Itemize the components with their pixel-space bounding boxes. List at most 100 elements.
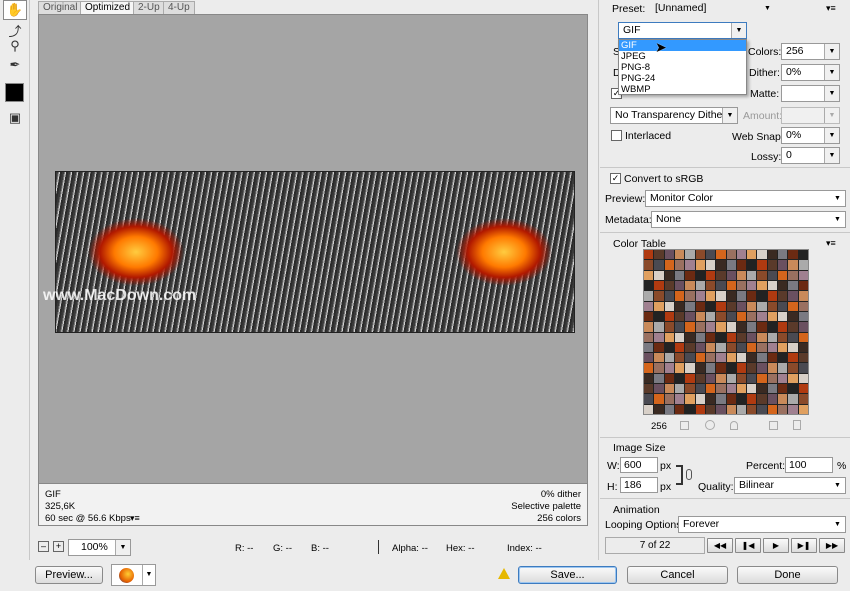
color-swatch-cell[interactable] <box>674 322 685 332</box>
color-swatch-cell[interactable] <box>644 322 654 332</box>
color-swatch-cell[interactable] <box>695 260 705 270</box>
color-swatch-cell[interactable] <box>664 384 674 394</box>
color-swatch-cell[interactable] <box>654 311 664 322</box>
color-swatch-cell[interactable] <box>705 311 716 322</box>
color-swatch-cell[interactable] <box>788 342 798 353</box>
color-swatch-cell[interactable] <box>767 384 778 394</box>
status-menu-icon[interactable]: ▾≡ <box>130 513 140 524</box>
color-swatch-cell[interactable] <box>798 301 808 311</box>
color-swatch-cell[interactable] <box>778 270 788 280</box>
color-swatch-cell[interactable] <box>757 250 767 260</box>
toggle-slices-icon[interactable]: ▣ <box>3 108 27 128</box>
color-swatch-cell[interactable] <box>705 280 716 291</box>
color-swatch-cell[interactable] <box>778 363 788 373</box>
color-swatch-cell[interactable] <box>664 280 674 291</box>
color-swatch-cell[interactable] <box>798 291 808 301</box>
color-swatch-cell[interactable] <box>726 363 736 373</box>
color-swatch-cell[interactable] <box>736 280 747 291</box>
color-swatch-cell[interactable] <box>716 384 726 394</box>
color-swatch-cell[interactable] <box>695 384 705 394</box>
color-swatch-cell[interactable] <box>674 311 685 322</box>
color-swatch-cell[interactable] <box>705 322 716 332</box>
color-swatch-cell[interactable] <box>747 332 757 342</box>
color-swatch-cell[interactable] <box>685 394 695 404</box>
color-swatch-cell[interactable] <box>798 373 808 384</box>
color-swatch-cell[interactable] <box>726 332 736 342</box>
color-swatch-cell[interactable] <box>716 291 726 301</box>
lock-color-icon[interactable] <box>730 421 738 430</box>
color-swatch-cell[interactable] <box>664 250 674 260</box>
zoom-select[interactable]: 100% ▼ <box>68 539 131 556</box>
color-swatch-cell[interactable] <box>778 373 788 384</box>
color-swatch-cell[interactable] <box>674 404 685 414</box>
color-swatch-cell[interactable] <box>674 280 685 291</box>
preview-button[interactable]: Preview... <box>35 566 103 584</box>
color-swatch-cell[interactable] <box>705 270 716 280</box>
color-swatch-cell[interactable] <box>716 301 726 311</box>
color-swatch-cell[interactable] <box>664 322 674 332</box>
color-swatch-cell[interactable] <box>674 384 685 394</box>
color-swatch-cell[interactable] <box>747 260 757 270</box>
color-swatch-cell[interactable] <box>695 342 705 353</box>
color-swatch-cell[interactable] <box>726 384 736 394</box>
tab-original[interactable]: Original <box>38 1 83 14</box>
last-frame-button[interactable]: ▶▶ <box>819 538 845 553</box>
preset-select[interactable]: [Unnamed] ▼ <box>650 0 776 17</box>
color-swatch-cell[interactable] <box>644 363 654 373</box>
color-swatch-cell[interactable] <box>664 291 674 301</box>
color-swatch-cell[interactable] <box>674 332 685 342</box>
color-swatch-cell[interactable] <box>654 394 664 404</box>
interlaced-checkbox[interactable] <box>611 130 622 141</box>
web-shift-icon[interactable] <box>705 420 715 430</box>
color-swatch-cell[interactable] <box>644 342 654 353</box>
color-swatch-cell[interactable] <box>778 404 788 414</box>
zoom-icon[interactable]: ⚲ <box>3 36 27 56</box>
color-swatch-cell[interactable] <box>747 384 757 394</box>
color-swatch-cell[interactable] <box>736 384 747 394</box>
color-swatch-cell[interactable] <box>685 291 695 301</box>
color-swatch-cell[interactable] <box>757 291 767 301</box>
color-swatch-cell[interactable] <box>716 280 726 291</box>
color-swatch-cell[interactable] <box>788 363 798 373</box>
color-swatch-cell[interactable] <box>654 332 664 342</box>
color-swatch-cell[interactable] <box>685 353 695 363</box>
color-swatch-cell[interactable] <box>798 353 808 363</box>
color-swatch-cell[interactable] <box>654 280 664 291</box>
color-table-grid[interactable] <box>643 249 809 415</box>
color-swatch-cell[interactable] <box>644 373 654 384</box>
color-swatch-cell[interactable] <box>747 404 757 414</box>
color-swatch-cell[interactable] <box>685 373 695 384</box>
color-swatch-cell[interactable] <box>644 280 654 291</box>
color-swatch-cell[interactable] <box>695 322 705 332</box>
color-swatch-cell[interactable] <box>674 260 685 270</box>
color-swatch-cell[interactable] <box>644 270 654 280</box>
color-swatch-cell[interactable] <box>798 260 808 270</box>
color-swatch-cell[interactable] <box>757 373 767 384</box>
color-swatch-cell[interactable] <box>726 373 736 384</box>
format-option-wbmp[interactable]: WBMP <box>619 84 746 95</box>
color-swatch-cell[interactable] <box>778 250 788 260</box>
color-swatch-cell[interactable] <box>644 301 654 311</box>
color-swatch-cell[interactable] <box>747 394 757 404</box>
color-swatch-cell[interactable] <box>685 322 695 332</box>
color-swatch-cell[interactable] <box>788 384 798 394</box>
color-swatch-cell[interactable] <box>778 301 788 311</box>
color-swatch-cell[interactable] <box>778 260 788 270</box>
color-swatch-cell[interactable] <box>644 353 654 363</box>
color-swatch-cell[interactable] <box>695 301 705 311</box>
color-swatch-cell[interactable] <box>747 301 757 311</box>
color-swatch-cell[interactable] <box>788 270 798 280</box>
color-swatch-cell[interactable] <box>716 373 726 384</box>
color-swatch-cell[interactable] <box>798 404 808 414</box>
color-swatch-cell[interactable] <box>788 394 798 404</box>
color-swatch-cell[interactable] <box>726 322 736 332</box>
color-swatch-cell[interactable] <box>716 353 726 363</box>
color-swatch-cell[interactable] <box>695 373 705 384</box>
color-swatch-cell[interactable] <box>767 280 778 291</box>
first-frame-button[interactable]: ◀◀ <box>707 538 733 553</box>
color-swatch-cell[interactable] <box>736 394 747 404</box>
color-swatch-cell[interactable] <box>726 311 736 322</box>
color-swatch-cell[interactable] <box>716 322 726 332</box>
color-swatch-cell[interactable] <box>767 270 778 280</box>
color-swatch-cell[interactable] <box>685 280 695 291</box>
